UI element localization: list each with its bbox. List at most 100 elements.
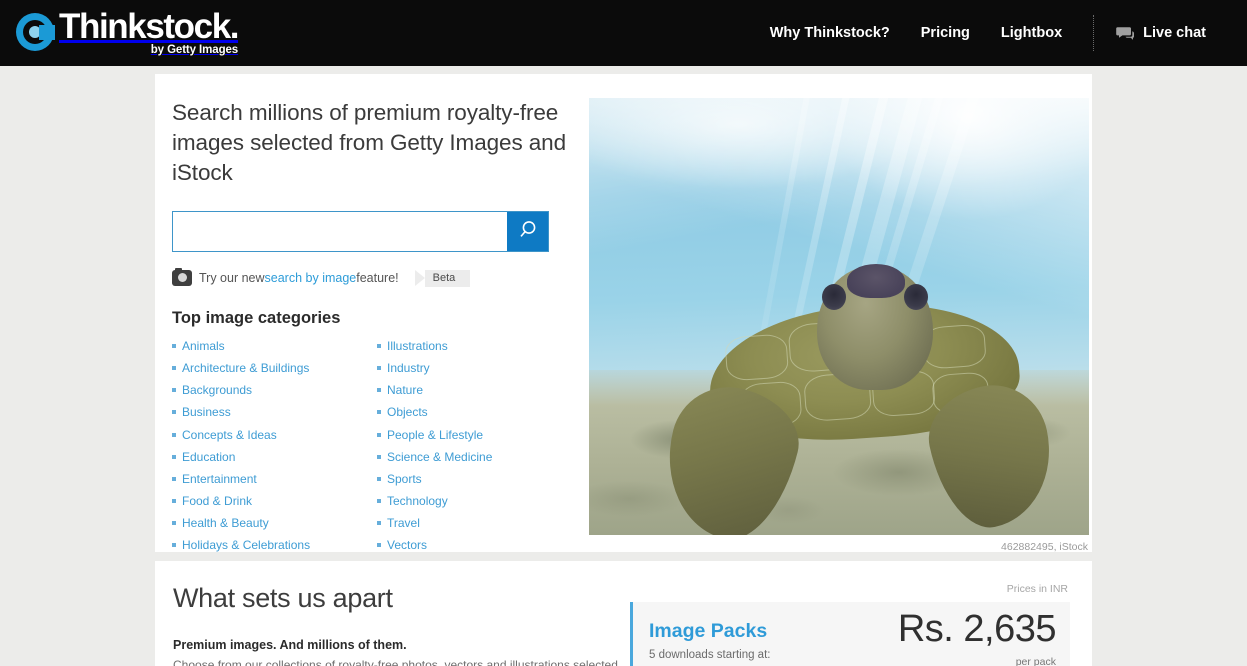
logo-tagline: by Getty Images: [150, 44, 239, 57]
category-item: Entertainment: [172, 472, 377, 486]
bullet-icon: [172, 343, 176, 348]
category-link[interactable]: Holidays & Celebrations: [182, 538, 310, 552]
beta-label: Beta: [424, 269, 471, 287]
category-link[interactable]: Health & Beauty: [182, 516, 269, 530]
bullet-icon: [172, 365, 176, 370]
category-item: Food & Drink: [172, 494, 377, 508]
category-link[interactable]: Backgrounds: [182, 383, 252, 397]
category-link[interactable]: Architecture & Buildings: [182, 361, 309, 375]
bullet-icon: [377, 521, 381, 526]
category-link[interactable]: Education: [182, 450, 235, 464]
nav-why-thinkstock[interactable]: Why Thinkstock?: [770, 25, 890, 41]
hero-left-column: Search millions of premium royalty-free …: [171, 98, 571, 575]
logo-wordmark: Thinkstock.: [59, 7, 239, 47]
feature-heading: Premium images. And millions of them.: [173, 638, 407, 652]
bullet-icon: [172, 543, 176, 548]
category-item: Holidays & Celebrations: [172, 538, 377, 552]
category-item: Architecture & Buildings: [172, 361, 377, 375]
category-link[interactable]: Animals: [182, 339, 225, 353]
shell-scute: [724, 333, 790, 382]
search-button[interactable]: [507, 211, 548, 251]
image-credit: 462882495, iStock: [1001, 541, 1088, 553]
category-link[interactable]: Industry: [387, 361, 430, 375]
category-link[interactable]: Objects: [387, 405, 428, 419]
category-item: Business: [172, 405, 377, 419]
hero-right-column: 462882495, iStock: [589, 98, 1089, 553]
site-header: Thinkstock. by Getty Images Why Thinksto…: [0, 0, 1247, 66]
bullet-icon: [377, 410, 381, 415]
pack-price: Rs. 2,635: [897, 608, 1057, 650]
search-by-image-row: Try our new search by image feature! Bet…: [172, 267, 571, 287]
main-nav: Why Thinkstock? Pricing Lightbox Live ch…: [770, 0, 1247, 66]
turtle-head-crown: [847, 264, 905, 298]
page-title: Search millions of premium royalty-free …: [172, 100, 566, 185]
category-link[interactable]: Concepts & Ideas: [182, 428, 277, 442]
category-item: Health & Beauty: [172, 516, 377, 530]
pack-price-unit: per pack: [1015, 656, 1056, 666]
section-title: What sets us apart: [173, 583, 393, 613]
category-link[interactable]: Illustrations: [387, 339, 448, 353]
category-link[interactable]: Technology: [387, 494, 448, 508]
speech-bubble-icon: [1116, 26, 1135, 41]
categories-columns: Animals Architecture & Buildings Backgroun…: [172, 339, 571, 583]
search-icon: [517, 219, 539, 244]
category-link[interactable]: Nature: [387, 383, 423, 397]
sbi-prefix: Try our new: [199, 271, 265, 286]
bullet-icon: [377, 432, 381, 437]
beta-arrow-icon: [414, 270, 425, 287]
nav-divider: [1093, 15, 1095, 51]
live-chat-label: Live chat: [1143, 25, 1206, 41]
beta-badge: Beta: [414, 269, 471, 287]
hero-image[interactable]: [589, 98, 1089, 535]
nav-lightbox[interactable]: Lightbox: [1001, 25, 1062, 41]
categories-title: Top image categories: [172, 308, 341, 327]
bullet-icon: [377, 476, 381, 481]
category-item: Travel: [377, 516, 557, 530]
bullet-icon: [377, 499, 381, 504]
prices-currency-label: Prices in INR: [1006, 583, 1068, 595]
category-item: Industry: [377, 361, 557, 375]
pack-name[interactable]: Image Packs: [649, 620, 770, 643]
what-sets-us-apart-card: What sets us apart Premium images. And m…: [155, 561, 1092, 666]
site-logo[interactable]: Thinkstock. by Getty Images: [16, 7, 239, 57]
bullet-icon: [172, 388, 176, 393]
category-link[interactable]: Vectors: [387, 538, 427, 552]
category-link[interactable]: Entertainment: [182, 472, 257, 486]
pricing-column: Prices in INR Image Packs 5 downloads st…: [630, 583, 1070, 666]
nav-pricing[interactable]: Pricing: [921, 25, 970, 41]
category-link[interactable]: People & Lifestyle: [387, 428, 483, 442]
bullet-icon: [172, 410, 176, 415]
sbi-suffix: feature!: [356, 271, 399, 286]
hero-card: Search millions of premium royalty-free …: [155, 74, 1092, 575]
apart-left-column: What sets us apart Premium images. And m…: [173, 583, 628, 666]
image-packs-box[interactable]: Image Packs 5 downloads starting at: Rs.…: [630, 602, 1070, 666]
camera-icon: [172, 267, 192, 287]
category-item: Backgrounds: [172, 383, 377, 397]
category-link[interactable]: Travel: [387, 516, 420, 530]
bullet-icon: [377, 365, 381, 370]
search-bar: [172, 210, 549, 252]
category-item: Objects: [377, 405, 557, 419]
categories-column-2: Illustrations Industry Nature Objects People…: [377, 339, 557, 583]
pack-note: 5 downloads starting at:: [649, 648, 771, 661]
category-item: Vectors: [377, 538, 557, 552]
search-by-image-link[interactable]: search by image: [265, 271, 357, 285]
search-input[interactable]: [173, 211, 507, 251]
category-link[interactable]: Sports: [387, 472, 422, 486]
bullet-icon: [172, 454, 176, 459]
category-item: Illustrations: [377, 339, 557, 353]
bullet-icon: [377, 343, 381, 348]
category-link[interactable]: Food & Drink: [182, 494, 252, 508]
bullet-icon: [172, 499, 176, 504]
bullet-icon: [172, 432, 176, 437]
category-item: Technology: [377, 494, 557, 508]
bullet-icon: [377, 454, 381, 459]
bullet-icon: [172, 521, 176, 526]
category-item: Nature: [377, 383, 557, 397]
category-item: Science & Medicine: [377, 450, 557, 464]
bullet-icon: [377, 388, 381, 393]
bullet-icon: [377, 543, 381, 548]
live-chat-button[interactable]: Live chat: [1116, 25, 1206, 41]
category-link[interactable]: Science & Medicine: [387, 450, 492, 464]
category-link[interactable]: Business: [182, 405, 231, 419]
